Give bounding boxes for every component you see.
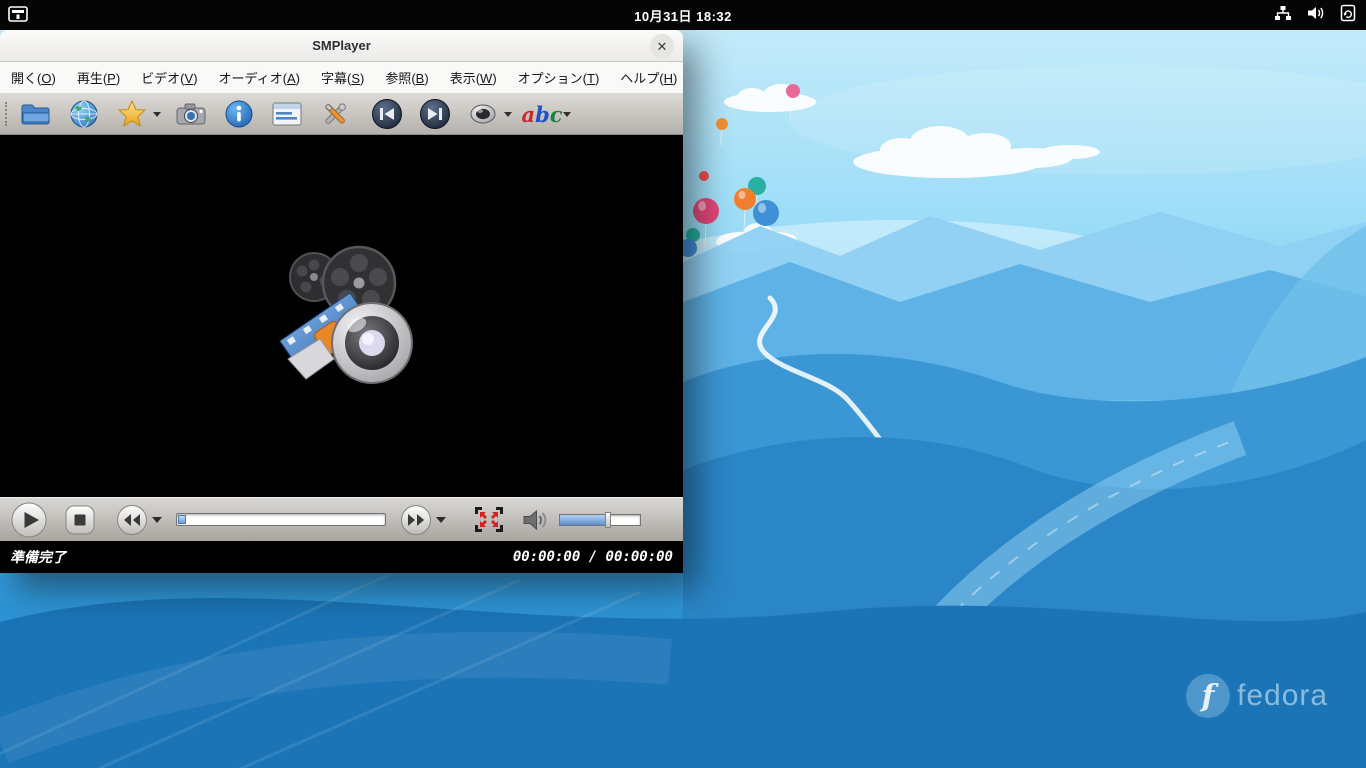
speaker-icon xyxy=(523,509,547,530)
favorites-group xyxy=(112,97,161,131)
playlist-icon xyxy=(272,102,302,126)
volume-fill xyxy=(560,514,608,525)
next-chapter-button[interactable] xyxy=(415,97,455,131)
playlist-button[interactable] xyxy=(267,97,307,131)
menu-help[interactable]: ヘルプ(H) xyxy=(620,68,677,87)
fedora-logo-text: fedora xyxy=(1237,679,1329,712)
network-icon xyxy=(1275,5,1291,20)
volume-slider[interactable] xyxy=(559,511,641,528)
rewind-icon xyxy=(117,504,147,535)
camera-icon xyxy=(176,103,206,125)
fedora-logo: f fedora xyxy=(1186,674,1328,718)
network-tray-button[interactable] xyxy=(1274,5,1292,26)
play-button[interactable] xyxy=(10,501,48,539)
control-bar xyxy=(0,497,683,541)
skip-forward-icon xyxy=(420,99,450,129)
menu-subtitles[interactable]: 字幕(S) xyxy=(321,68,364,87)
volume-icon xyxy=(1308,6,1324,19)
clock[interactable]: 10月31日 18:32 xyxy=(634,6,732,25)
subtitles-button[interactable]: abc xyxy=(521,97,563,131)
fast-forward-dropdown-arrow[interactable] xyxy=(436,516,446,523)
volume-tray-button[interactable] xyxy=(1307,5,1325,26)
close-button[interactable]: ✕ xyxy=(650,34,674,58)
status-bar: 準備完了 00:00:00 / 00:00:00 xyxy=(0,541,683,573)
smplayer-logo xyxy=(278,245,413,384)
preferences-button[interactable] xyxy=(315,97,355,131)
menu-options[interactable]: オプション(T) xyxy=(518,68,600,87)
menu-browse[interactable]: 参照(B) xyxy=(385,68,428,87)
toolbar-drag-handle[interactable] xyxy=(5,102,9,126)
stop-button[interactable] xyxy=(64,504,96,536)
time-display: 00:00:00 / 00:00:00 xyxy=(512,549,673,565)
status-text: 準備完了 xyxy=(10,549,66,565)
updates-icon xyxy=(1340,4,1356,21)
smplayer-window: SMPlayer ✕ 開く(O) 再生(P) ビデオ(V) オーディオ(A) 字… xyxy=(0,30,683,573)
screenshot-button[interactable] xyxy=(171,97,211,131)
mute-speaker-icon xyxy=(470,104,496,124)
previous-chapter-button[interactable] xyxy=(367,97,407,131)
menu-audio[interactable]: オーディオ(A) xyxy=(219,68,300,87)
toolbar: abc xyxy=(0,94,683,135)
fedora-mark-icon: f xyxy=(1186,674,1230,718)
mute-dropdown-arrow[interactable] xyxy=(504,111,512,117)
stop-icon xyxy=(65,505,95,534)
activities-button[interactable] xyxy=(8,5,28,23)
window-title: SMPlayer xyxy=(312,38,371,53)
rewind-dropdown-arrow[interactable] xyxy=(152,516,162,523)
abc-icon: abc xyxy=(521,101,563,127)
mute-button[interactable] xyxy=(463,97,503,131)
menubar: 開く(O) 再生(P) ビデオ(V) オーディオ(A) 字幕(S) 参照(B) … xyxy=(0,62,683,94)
volume-handle[interactable] xyxy=(605,511,611,528)
open-url-button[interactable] xyxy=(64,97,104,131)
fullscreen-icon xyxy=(475,507,503,532)
info-icon xyxy=(225,100,253,128)
fast-forward-icon xyxy=(401,504,431,535)
menu-view[interactable]: 表示(W) xyxy=(450,68,497,87)
seek-handle[interactable] xyxy=(178,515,186,524)
top-panel: 10月31日 18:32 xyxy=(0,0,1366,30)
system-tray xyxy=(1274,0,1356,30)
globe-icon xyxy=(70,100,98,128)
volume-button[interactable] xyxy=(522,508,550,532)
information-button[interactable] xyxy=(219,97,259,131)
menu-video[interactable]: ビデオ(V) xyxy=(141,68,197,87)
skip-back-icon xyxy=(372,99,402,129)
folder-icon xyxy=(21,104,50,125)
mute-group xyxy=(463,97,512,131)
updates-tray-button[interactable] xyxy=(1340,4,1356,27)
fullscreen-button[interactable] xyxy=(474,506,504,533)
subtitles-group: abc xyxy=(521,97,571,131)
fast-forward-button[interactable] xyxy=(400,504,432,536)
favorites-button[interactable] xyxy=(112,97,152,131)
star-icon xyxy=(117,100,147,127)
open-file-button[interactable] xyxy=(16,97,56,131)
subtitles-dropdown-arrow[interactable] xyxy=(563,111,571,117)
menu-open[interactable]: 開く(O) xyxy=(11,68,56,87)
video-area[interactable] xyxy=(0,135,683,497)
titlebar[interactable]: SMPlayer ✕ xyxy=(0,30,683,62)
menu-play[interactable]: 再生(P) xyxy=(77,68,120,87)
seek-slider[interactable] xyxy=(176,513,386,526)
favorites-dropdown-arrow[interactable] xyxy=(153,111,161,117)
tools-icon xyxy=(324,103,346,124)
activities-icon xyxy=(8,6,28,22)
rewind-button[interactable] xyxy=(116,504,148,536)
play-icon xyxy=(11,502,47,537)
